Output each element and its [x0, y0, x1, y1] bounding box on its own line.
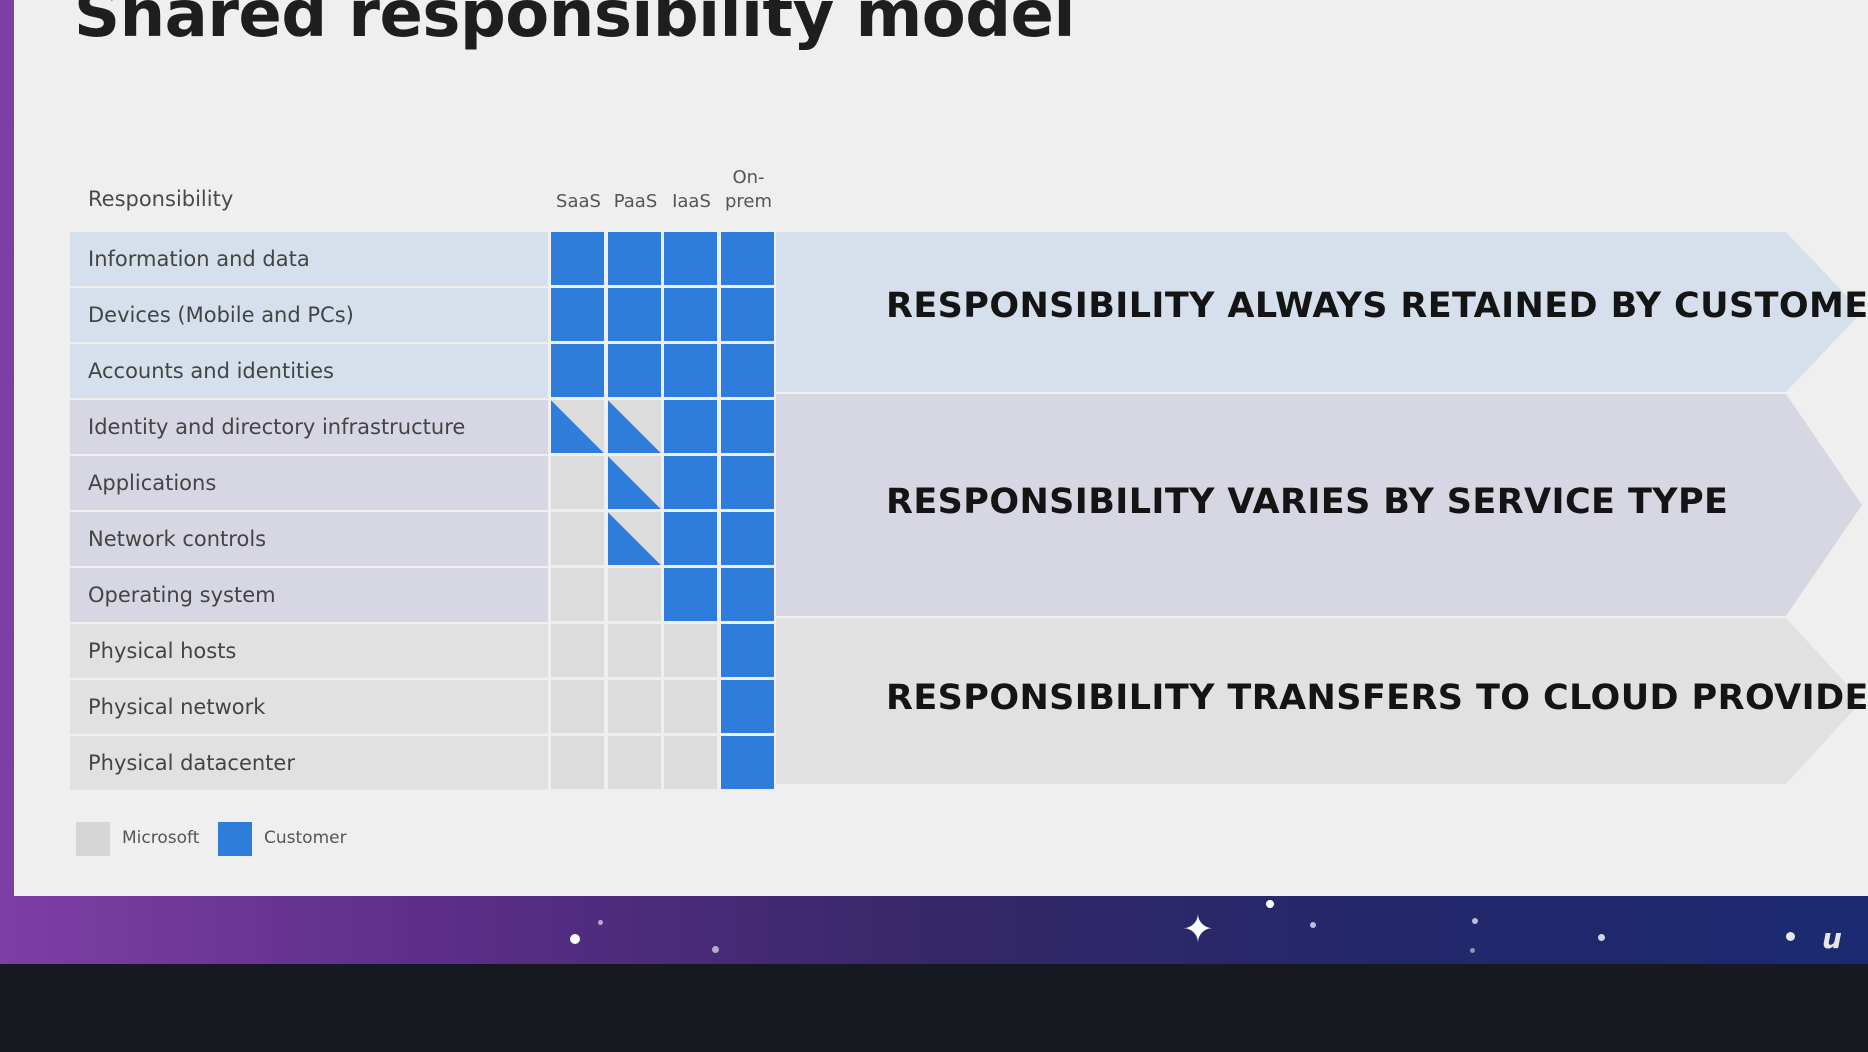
cell-iaas-customer: [664, 288, 717, 341]
cell-saas-customer: [551, 232, 604, 285]
cell-saas-customer: [551, 288, 604, 341]
cell-onprem-customer: [721, 344, 774, 397]
row-label-information-and-data: Information and data: [88, 247, 310, 271]
cell-paas-shared: [608, 400, 661, 453]
cell-paas-microsoft: [608, 680, 661, 733]
star-decoration: [712, 946, 719, 953]
slide: Shared responsibility model Responsibili…: [14, 0, 1868, 896]
page-title: Shared responsibility model: [74, 0, 1075, 52]
cell-paas-customer: [608, 344, 661, 397]
cell-saas-customer: [551, 344, 604, 397]
cell-iaas-customer: [664, 232, 717, 285]
header-paas: PaaS: [613, 191, 658, 212]
cell-paas-shared: [608, 512, 661, 565]
header-onprem: On- prem: [720, 166, 777, 214]
row-label-network-controls: Network controls: [88, 527, 267, 551]
cell-onprem-customer: [721, 288, 774, 341]
cell-iaas-customer: [664, 512, 717, 565]
legend-microsoft-swatch: [76, 822, 110, 856]
cell-paas-customer: [608, 232, 661, 285]
cell-saas-microsoft: [551, 456, 604, 509]
row-label-applications: Applications: [88, 471, 217, 495]
cell-iaas-customer: [664, 400, 717, 453]
star-decoration: [1266, 900, 1274, 908]
cell-paas-microsoft: [608, 624, 661, 677]
cell-onprem-customer: [721, 232, 774, 285]
cell-saas-microsoft: [551, 680, 604, 733]
cell-saas-microsoft: [551, 624, 604, 677]
star-decoration: [570, 934, 580, 944]
legend-customer-label: Customer: [264, 828, 347, 848]
cell-onprem-customer: [721, 736, 774, 789]
legend-customer-swatch: [218, 822, 252, 856]
cell-iaas-customer: [664, 568, 717, 621]
cell-onprem-customer: [721, 512, 774, 565]
arrow-label-varies: RESPONSIBILITY VARIES BY SERVICE TYPE: [886, 482, 1729, 522]
cell-onprem-customer: [721, 680, 774, 733]
arrow-label-retained: RESPONSIBILITY ALWAYS RETAINED BY CUSTOM…: [886, 286, 1868, 326]
row-label-physical-network: Physical network: [88, 695, 266, 719]
row-label-identity-directory: Identity and directory infrastructure: [88, 415, 466, 439]
cell-onprem-customer: [721, 624, 774, 677]
header-responsibility: Responsibility: [88, 187, 234, 211]
row-label-physical-hosts: Physical hosts: [88, 639, 237, 663]
star-decoration: [598, 920, 603, 925]
star-decoration: [1598, 934, 1605, 941]
star-decoration: [1786, 932, 1795, 941]
arrow-label-transfers: RESPONSIBILITY TRANSFERS TO CLOUD PROVID…: [886, 678, 1868, 718]
header-onprem-line2: prem: [724, 191, 773, 212]
cell-saas-microsoft: [551, 568, 604, 621]
row-label-operating-system: Operating system: [88, 583, 276, 607]
cell-onprem-customer: [721, 456, 774, 509]
header-saas: SaaS: [556, 191, 601, 212]
star-decoration: [1472, 918, 1478, 924]
cell-iaas-microsoft: [664, 736, 717, 789]
cell-saas-shared: [551, 400, 604, 453]
cell-iaas-customer: [664, 456, 717, 509]
cell-paas-microsoft: [608, 736, 661, 789]
header-onprem-line1: On-: [732, 167, 765, 188]
star-decoration: [1470, 948, 1475, 953]
cell-iaas-microsoft: [664, 680, 717, 733]
cell-saas-microsoft: [551, 736, 604, 789]
brand-logo: u: [1822, 922, 1842, 955]
cell-paas-microsoft: [608, 568, 661, 621]
cell-onprem-customer: [721, 400, 774, 453]
cell-onprem-customer: [721, 568, 774, 621]
row-label-physical-datacenter: Physical datacenter: [88, 751, 295, 775]
cell-paas-shared: [608, 456, 661, 509]
sparkle-star-icon: ✦: [1182, 907, 1214, 951]
star-decoration: [1310, 922, 1316, 928]
row-label-accounts-and-identities: Accounts and identities: [88, 359, 334, 383]
row-label-devices: Devices (Mobile and PCs): [88, 303, 354, 327]
legend-microsoft-label: Microsoft: [122, 828, 200, 848]
cell-saas-microsoft: [551, 512, 604, 565]
bottom-black-bar: [0, 964, 1868, 1052]
cell-iaas-customer: [664, 344, 717, 397]
header-iaas: IaaS: [672, 191, 711, 212]
cell-iaas-microsoft: [664, 624, 717, 677]
cell-paas-customer: [608, 288, 661, 341]
